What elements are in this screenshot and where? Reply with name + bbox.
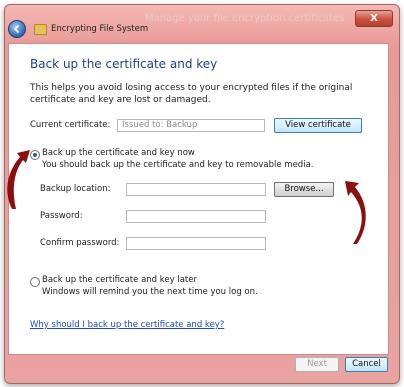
password-input[interactable] [126,210,266,223]
intro-text: This helps you avoid losing access to yo… [30,83,353,105]
wizard-content: Back up the certificate and key This hel… [8,43,389,355]
password-label: Password: [40,211,83,221]
backup-later-title: Back up the certificate and key later [42,275,197,285]
confirm-password-input[interactable] [126,237,266,250]
backup-later-radio[interactable] [30,277,40,287]
backup-now-description: You should back up the certificate and k… [42,160,314,170]
cancel-button[interactable]: Cancel [345,357,388,372]
backup-location-label: Backup location: [40,184,111,194]
nav-title: Encrypting File System [51,24,149,34]
nav-bar: Encrypting File System [8,20,388,38]
back-arrow-icon[interactable] [8,20,26,38]
next-button[interactable]: Next [295,357,339,372]
backup-location-input[interactable] [126,183,266,196]
view-certificate-button[interactable]: View certificate [274,118,362,133]
help-link[interactable]: Why should I back up the certificate and… [30,320,224,330]
page-heading: Back up the certificate and key [30,57,218,71]
current-certificate-field: Issued to: Backup [117,119,265,132]
backup-later-description: Windows will remind you the next time yo… [42,287,258,297]
confirm-password-label: Confirm password: [40,238,120,248]
current-certificate-label: Current certificate: [30,120,111,130]
folder-key-icon [34,23,47,35]
backup-now-title: Back up the certificate and key now [42,148,195,158]
annotation-arrow-right-icon [345,181,366,244]
annotation-arrow-left-icon [7,150,30,209]
browse-button[interactable]: Browse... [274,182,334,197]
